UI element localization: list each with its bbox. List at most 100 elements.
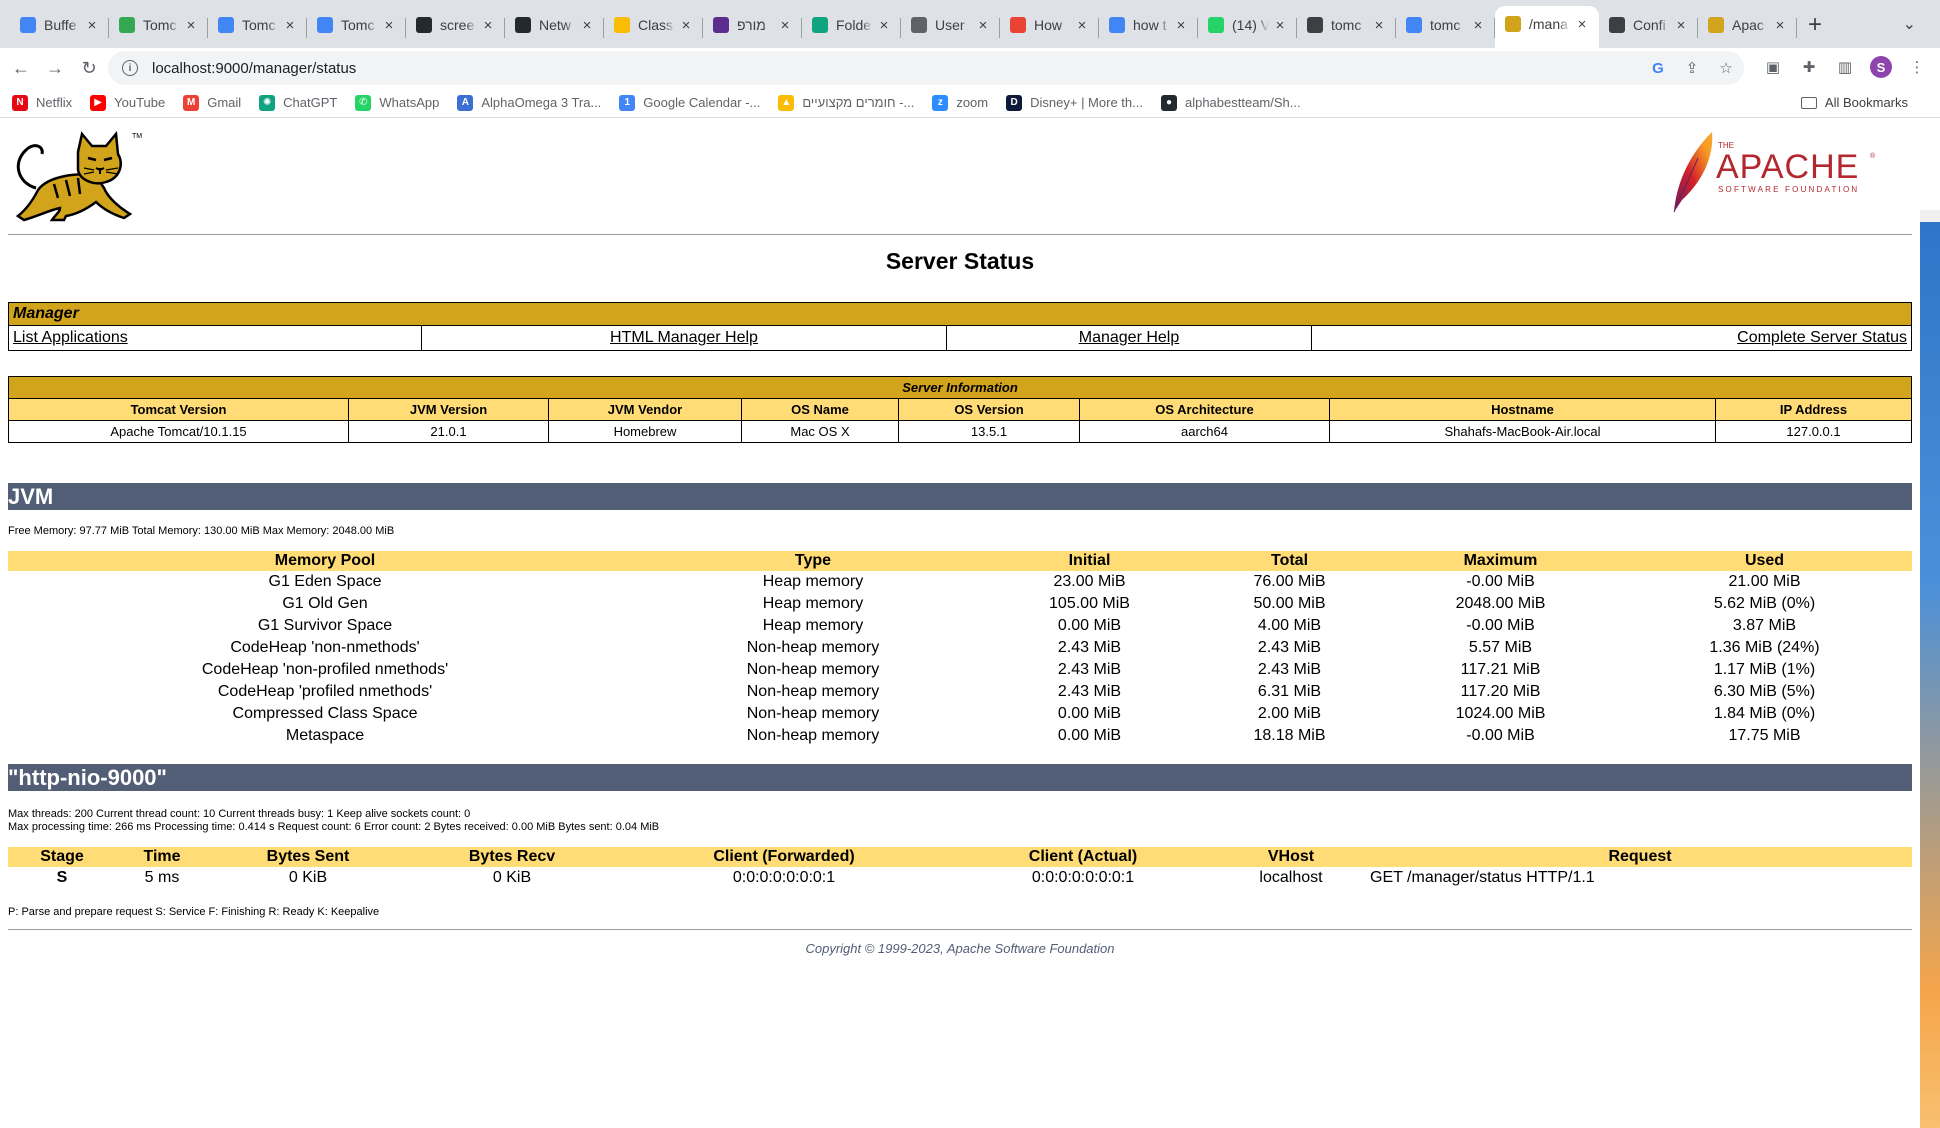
tomcat-logo: TM [15,130,142,222]
bookmark-item[interactable]: 1 Google Calendar -... [619,94,760,111]
close-tab-icon[interactable]: × [1372,17,1386,34]
memory-pool-cell: Non-heap memory [746,661,880,678]
memory-pool-cell: 5.62 MiB (0%) [1713,595,1816,612]
extensions-puzzle-icon[interactable]: ✚ [1798,56,1820,78]
browser-tab[interactable]: Confi × [1599,8,1698,48]
reload-icon[interactable]: ↻ [76,55,102,81]
bookmark-label: Gmail [207,95,242,110]
browser-tab[interactable]: Tomc × [307,8,406,48]
tab-title: scree [440,17,475,33]
browser-tab[interactable]: Class × [604,8,703,48]
close-tab-icon[interactable]: × [481,17,495,34]
manager-help-cell: Manager Help [946,325,1312,351]
browser-tab[interactable]: Tomc × [208,8,307,48]
bookmark-favicon-icon: ▶ [90,94,107,111]
bookmark-item[interactable]: M Gmail [183,94,242,111]
browser-tab[interactable]: User × [901,8,1000,48]
bookmark-item[interactable]: z zoom [932,94,988,111]
bookmark-item[interactable]: ✺ ChatGPT [259,94,337,111]
side-panel-icon[interactable]: ▥ [1834,56,1856,78]
bookmark-star-icon[interactable]: ☆ [1716,58,1736,78]
apache-feather-logo: THE APACHE ® SOFTWARE FOUNDATION [1673,132,1876,213]
close-tab-icon[interactable]: × [283,17,297,34]
close-tab-icon[interactable]: × [1075,17,1089,34]
address-bar[interactable]: i G ⇪ ☆ [108,51,1744,85]
close-tab-icon[interactable]: × [1174,17,1188,34]
close-tab-icon[interactable]: × [1575,16,1589,33]
tab-title: (14) V [1232,17,1269,33]
bookmark-item[interactable]: ✆ WhatsApp [355,94,439,111]
bookmark-label: YouTube [114,95,166,110]
bookmark-item[interactable]: ▲ חומרים מקצועיים -... [778,94,914,111]
request-stage-column-header: Client (Forwarded) [616,847,952,867]
share-icon[interactable]: ⇪ [1682,58,1702,78]
docs-icon [20,17,36,33]
memory-pool-cell: 1.17 MiB (1%) [1713,661,1816,678]
new-tab-button[interactable]: + [1797,8,1833,48]
browser-tab[interactable]: Tomc × [109,8,208,48]
complete-server-status-cell: Complete Server Status [1311,325,1912,351]
table-row: G1 Eden Space Heap memory 23.00 MiB 76.00 M… [8,571,1912,593]
tab-title: מורפ [737,17,766,33]
tab-search-icon[interactable]: ⌄ [1903,14,1916,34]
table-row: S 5 ms 0 KiB 0 KiB 0:0:0:0:0:0:0:1 0:0:0:0:0:… [8,867,1912,889]
bookmark-label: Disney+ | More th... [1030,95,1143,110]
close-tab-icon[interactable]: × [1273,17,1287,34]
close-tab-icon[interactable]: × [976,17,990,34]
close-tab-icon[interactable]: × [184,17,198,34]
close-tab-icon[interactable]: × [1674,17,1688,34]
browser-tab[interactable]: Folde × [802,8,901,48]
bookmark-label: alphabestteam/Sh... [1184,95,1301,110]
back-icon[interactable]: ← [8,55,34,81]
close-tab-icon[interactable]: × [580,17,594,34]
browser-tab[interactable]: Apac × [1698,8,1797,48]
browser-tab[interactable]: scree × [406,8,505,48]
memory-pool-cell: 105.00 MiB [1049,595,1130,612]
close-tab-icon[interactable]: × [679,17,693,34]
extension-icon[interactable]: ▣ [1762,56,1784,78]
manager-help-link[interactable]: Manager Help [1079,329,1180,346]
server-info-header-row: Tomcat Version JVM Version JVM Vendor OS Na… [8,398,1912,421]
forward-icon[interactable]: → [42,55,68,81]
server-info-value: Shahafs-MacBook-Air.local [1329,420,1716,443]
more-menu-icon[interactable]: ⋮ [1906,56,1928,78]
browser-tab[interactable]: Buffe × [10,8,109,48]
openai-icon [1307,17,1323,33]
server-info-value: Homebrew [548,420,742,443]
browser-tab[interactable]: /mana × [1495,6,1599,48]
list-applications-link[interactable]: List Applications [13,329,128,346]
close-tab-icon[interactable]: × [778,17,792,34]
browser-tab[interactable]: (14) V × [1198,8,1297,48]
memory-pool-cell: -0.00 MiB [1466,573,1535,590]
tomcat-tm: TM [132,133,142,140]
memory-pool-cell: -0.00 MiB [1466,727,1535,744]
complete-server-status-link[interactable]: Complete Server Status [1737,329,1907,346]
browser-tab[interactable]: How × [1000,8,1099,48]
close-tab-icon[interactable]: × [877,17,891,34]
close-tab-icon[interactable]: × [1471,17,1485,34]
bookmark-item[interactable]: ● alphabestteam/Sh... [1160,94,1301,111]
browser-tab[interactable]: Netw × [505,8,604,48]
bookmark-item[interactable]: D Disney+ | More th... [1006,94,1143,111]
html-manager-help-link[interactable]: HTML Manager Help [610,329,758,346]
browser-tab[interactable]: tomc × [1396,8,1495,48]
close-tab-icon[interactable]: × [85,17,99,34]
close-tab-icon[interactable]: × [382,17,396,34]
browser-tab[interactable]: how t × [1099,8,1198,48]
close-tab-icon[interactable]: × [1773,17,1787,34]
bookmark-item[interactable]: A AlphaOmega 3 Tra... [457,94,601,111]
browser-tab[interactable]: מורפ × [703,8,802,48]
all-bookmarks-button[interactable]: All Bookmarks [1800,95,1908,110]
server-info-column-header: OS Architecture [1079,398,1330,421]
memory-pool-cell: Compressed Class Space [232,705,418,722]
bookmark-item[interactable]: N Netflix [12,94,72,111]
bookmark-item[interactable]: ▶ YouTube [90,94,166,111]
browser-tab[interactable]: tomc × [1297,8,1396,48]
tomcat-icon [1708,17,1724,33]
site-info-icon[interactable]: i [122,60,138,76]
url-input[interactable] [150,58,1550,78]
tab-title: Class [638,17,674,33]
profile-avatar[interactable]: S [1870,56,1892,78]
google-lens-icon[interactable]: G [1648,58,1668,78]
globe-icon [911,17,927,33]
